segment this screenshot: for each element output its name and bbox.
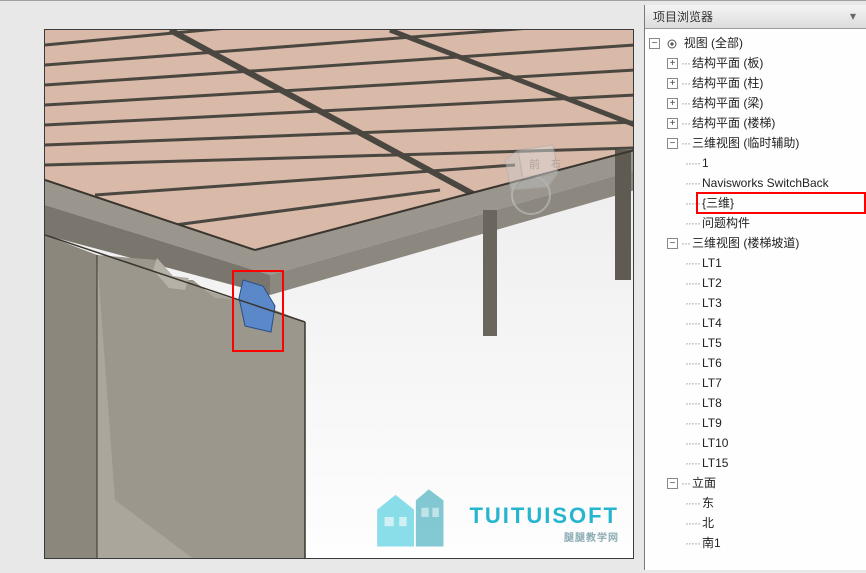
tree-lt3[interactable]: LT3 xyxy=(702,296,722,310)
expander-elevation[interactable]: − xyxy=(667,478,678,489)
tree-root[interactable]: 视图 (全部) xyxy=(684,36,743,50)
views-icon xyxy=(666,38,678,50)
tree-aux-3d[interactable]: {三维} xyxy=(702,196,734,210)
tree-lt9[interactable]: LT9 xyxy=(702,416,722,430)
tree-lt5[interactable]: LT5 xyxy=(702,336,722,350)
tree-lt1[interactable]: LT1 xyxy=(702,256,722,270)
tree-lt6[interactable]: LT6 xyxy=(702,356,722,370)
tree-aux-problem[interactable]: 问题构件 xyxy=(702,216,750,230)
panel-title-label: 项目浏览器 xyxy=(653,10,713,24)
expander-struct3[interactable]: + xyxy=(667,98,678,109)
tree-3d-view-stair[interactable]: 三维视图 (楼梯坡道) xyxy=(692,236,799,250)
expander-3d-aux[interactable]: − xyxy=(667,138,678,149)
expander-root[interactable]: − xyxy=(649,38,660,49)
tree-lt2[interactable]: LT2 xyxy=(702,276,722,290)
tree-lt15[interactable]: LT15 xyxy=(702,456,728,470)
expander-struct2[interactable]: + xyxy=(667,78,678,89)
tree-navisworks-switchback[interactable]: Navisworks SwitchBack xyxy=(702,176,829,190)
watermark-text: TUITUISOFT 腿腿教学网 xyxy=(469,503,619,544)
tree-3d-view-aux[interactable]: 三维视图 (临时辅助) xyxy=(692,136,799,150)
tree-struct-plan-slab[interactable]: 结构平面 (板) xyxy=(692,56,763,70)
tree-lt10[interactable]: LT10 xyxy=(702,436,728,450)
expander-struct4[interactable]: + xyxy=(667,118,678,129)
project-browser-panel: 项目浏览器 ▾ − 视图 (全部) +···结构平面 (板) +···结构平面 … xyxy=(644,5,866,570)
viewport-container: — □ × xyxy=(0,5,644,570)
watermark-sub: 腿腿教学网 xyxy=(469,529,619,544)
tree-lt7[interactable]: LT7 xyxy=(702,376,722,390)
panel-title[interactable]: 项目浏览器 ▾ xyxy=(645,5,866,29)
tree-struct-plan-beam[interactable]: 结构平面 (梁) xyxy=(692,96,763,110)
tree-elev-east[interactable]: 东 xyxy=(702,496,714,510)
tree-elev-north[interactable]: 北 xyxy=(702,516,714,530)
pin-icon[interactable]: ▾ xyxy=(850,9,860,19)
tree-elevation[interactable]: 立面 xyxy=(692,476,716,490)
tree-aux-1[interactable]: 1 xyxy=(702,156,709,170)
view-cube[interactable]: 前 右 xyxy=(493,135,573,215)
tree-struct-plan-column[interactable]: 结构平面 (柱) xyxy=(692,76,763,90)
tree-lt8[interactable]: LT8 xyxy=(702,396,722,410)
tree-lt4[interactable]: LT4 xyxy=(702,316,722,330)
tree-elev-south1[interactable]: 南1 xyxy=(702,536,721,550)
expander-3d-stair[interactable]: − xyxy=(667,238,678,249)
watermark-logo-icon xyxy=(367,482,461,552)
svg-text:前: 前 xyxy=(529,157,540,171)
watermark-brand: TUITUISOFT xyxy=(469,503,619,529)
tree-struct-plan-stair[interactable]: 结构平面 (楼梯) xyxy=(692,116,775,130)
app-window: — □ × xyxy=(0,0,866,573)
svg-text:右: 右 xyxy=(551,157,561,170)
model-render xyxy=(45,30,634,559)
expander-struct1[interactable]: + xyxy=(667,58,678,69)
3d-viewport[interactable]: — □ × xyxy=(44,29,634,559)
project-tree: − 视图 (全部) +···结构平面 (板) +···结构平面 (柱) +···… xyxy=(645,29,866,570)
